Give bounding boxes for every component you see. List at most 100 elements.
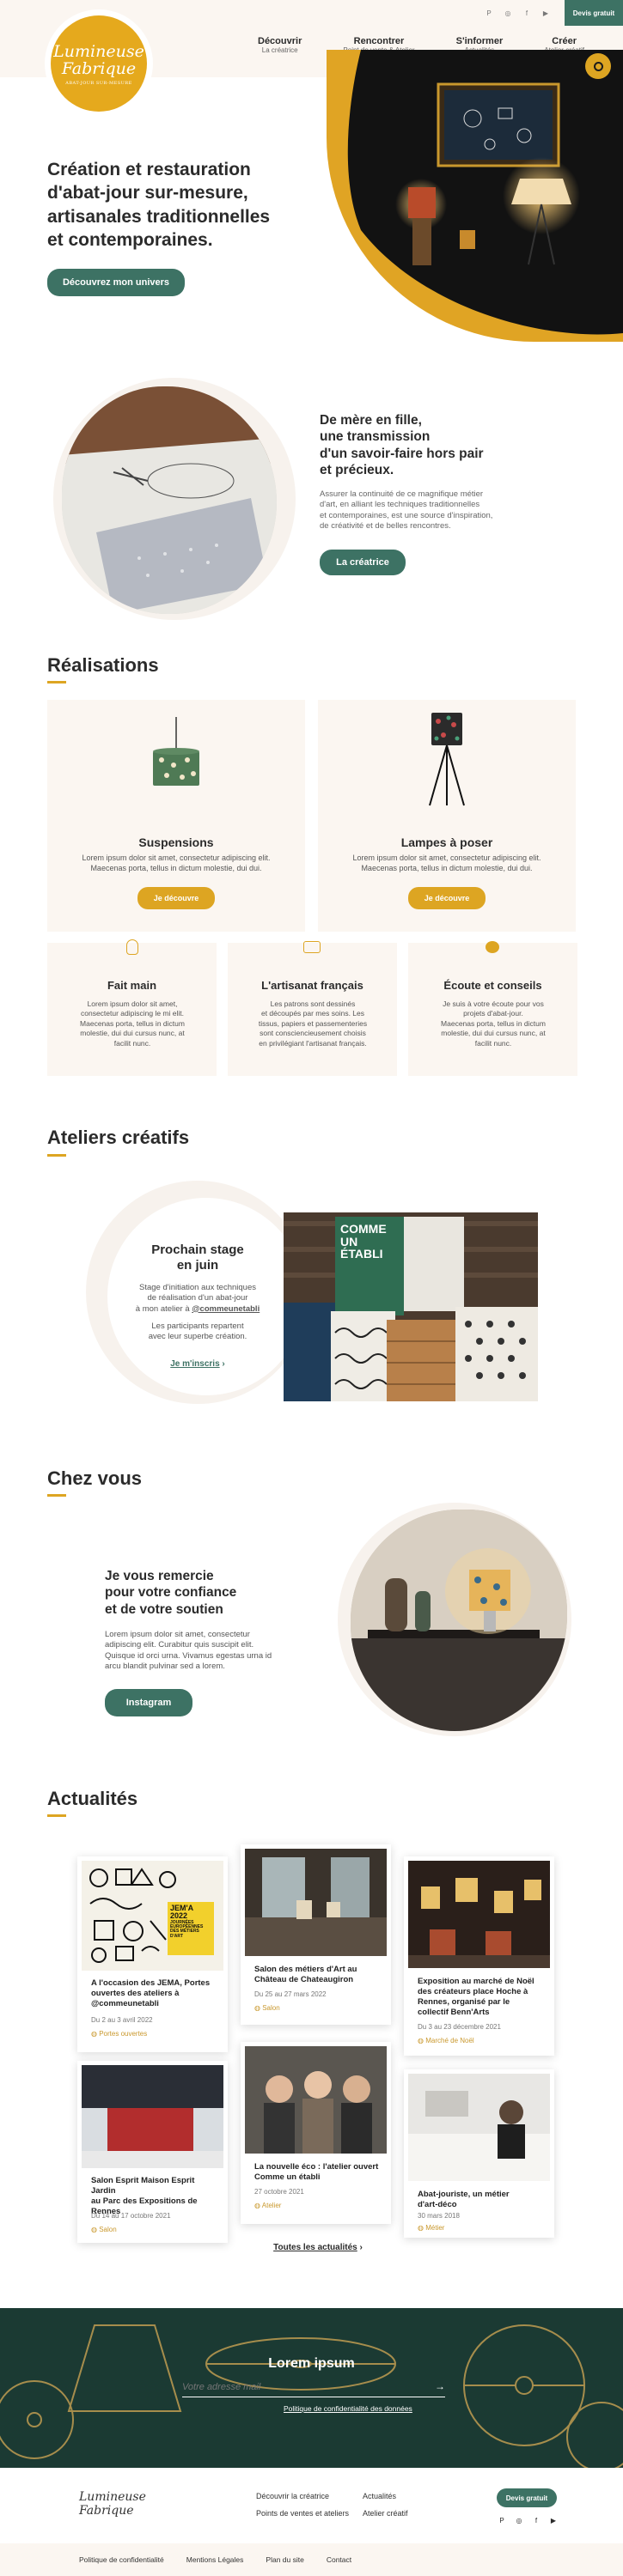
footer-logo-line: Fabrique xyxy=(79,2504,134,2518)
news-card[interactable]: Salon Esprit Maison Esprit Jardin au Par… xyxy=(77,2061,228,2243)
atelier-handle-link[interactable]: @commeunetabli xyxy=(192,1304,260,1314)
france-icon xyxy=(303,941,321,953)
inscris-link-label: Je m'inscris xyxy=(170,1359,220,1369)
chezvous-text-line: arcu blandit pulvinar sed a lorem. xyxy=(105,1662,225,1672)
title-underline xyxy=(47,1494,66,1497)
chezvous-text-line: adipiscing elit. Curabitur quis suscipit… xyxy=(105,1640,254,1650)
youtube-icon[interactable]: ▶ xyxy=(547,2514,559,2526)
logo[interactable]: Lumineuse Fabrique ABAT-JOUR SUR-MESURE xyxy=(45,9,153,118)
feature-title: L'artisanat français xyxy=(261,979,363,992)
card-text-line: Maecenas porta, tellus in dictum molesti… xyxy=(90,864,262,873)
feature-text-line: consectetur adipiscing le mi elit. xyxy=(80,1009,184,1018)
news-category-label: Atelier xyxy=(261,2202,282,2209)
news-category[interactable]: ◍ Salon xyxy=(254,2004,280,2012)
stage-title-line: en juin xyxy=(176,1258,219,1273)
footer-bottom-link[interactable]: Plan du site xyxy=(266,2555,303,2564)
hand-icon xyxy=(126,939,138,955)
stage-text-part: à mon atelier à xyxy=(135,1303,190,1314)
news-category[interactable]: ◍ Salon xyxy=(91,2226,117,2233)
mere-text-line: et contemporaines, est une source d'insp… xyxy=(320,510,493,520)
feature-text-line: et découpés par mes soins. Les xyxy=(260,1009,364,1018)
footer-link[interactable]: Atelier créatif xyxy=(363,2509,408,2518)
discover-button[interactable]: Découvrez mon univers xyxy=(47,269,185,296)
atelier-image: COMME UN ÉTABLI xyxy=(284,1212,538,1401)
footer-link[interactable]: Actualités xyxy=(363,2492,396,2500)
arrow-right-icon[interactable]: → xyxy=(435,2380,445,2392)
mere-title-line: d'un savoir-faire hors pair xyxy=(320,446,484,461)
news-card[interactable]: Salon des métiers d'Art au Château de Ch… xyxy=(241,1844,391,2025)
facebook-icon[interactable]: f xyxy=(530,2514,542,2526)
footer-bottom-link[interactable]: Mentions Légales xyxy=(186,2555,244,2564)
pinterest-icon[interactable]: P xyxy=(483,7,495,19)
card-text-line: Lorem ipsum dolor sit amet, consectetur … xyxy=(82,854,271,862)
email-input[interactable] xyxy=(182,2379,423,2396)
tag-icon: ◍ xyxy=(418,2224,424,2232)
stage-text-line: avec leur superbe création. xyxy=(148,1332,247,1342)
product-card-lampes[interactable]: Lampes à poser Lorem ipsum dolor sit ame… xyxy=(318,700,576,932)
title-underline xyxy=(47,681,66,683)
mere-title-line: une transmission xyxy=(320,429,431,445)
news-date: 27 octobre 2021 xyxy=(254,2188,304,2196)
instagram-icon[interactable]: ◎ xyxy=(502,7,514,19)
pinterest-icon[interactable]: P xyxy=(496,2514,508,2526)
je-decouvre-button[interactable]: Je découvre xyxy=(408,887,486,909)
all-news-link-label: Toutes les actualités xyxy=(273,2243,357,2252)
footer-link[interactable]: Découvrir la créatrice xyxy=(256,2492,329,2500)
footer-bottom-link[interactable]: Politique de confidentialité xyxy=(79,2555,164,2564)
news-title-line: Salon Esprit Maison Esprit Jardin xyxy=(91,2176,195,2196)
je-decouvre-button[interactable]: Je découvre xyxy=(137,887,215,909)
news-category[interactable]: ◍ Métier xyxy=(418,2224,444,2232)
footer-link[interactable]: Points de ventes et ateliers xyxy=(256,2509,349,2518)
mere-text-line: Assurer la continuité de ce magnifique m… xyxy=(320,489,484,499)
feature-text: Je suis à votre écoute pour vos projets … xyxy=(420,999,566,1048)
nav-sub: La créatrice xyxy=(261,46,298,54)
nav-label: Créer xyxy=(552,36,577,46)
news-category[interactable]: ◍ Marché de Noël xyxy=(418,2037,474,2044)
news-image xyxy=(245,2046,387,2154)
mere-text: Assurer la continuité de ce magnifique m… xyxy=(320,489,577,532)
suspension-lamp-image xyxy=(153,717,199,786)
footer-bottom-link[interactable]: Contact xyxy=(327,2555,351,2564)
news-category-label: Métier xyxy=(425,2224,445,2232)
sign-line: COMME xyxy=(340,1222,387,1236)
feature-text: Lorem ipsum dolor sit amet, consectetur … xyxy=(59,999,205,1048)
creatrice-button[interactable]: La créatrice xyxy=(320,550,406,575)
news-title-line: Rennes, organisé par le xyxy=(418,1996,510,2007)
card-text-line: Maecenas porta, tellus in dictum molesti… xyxy=(361,864,533,873)
news-card[interactable]: La nouvelle éco : l'atelier ouvert Comme… xyxy=(241,2042,391,2224)
chezvous-title: Chez vous xyxy=(47,1467,143,1489)
news-card[interactable]: JEM'A 2022 JOURNÉES EUROPÉENNES DES MÉTI… xyxy=(77,1856,228,2052)
card-title: Suspensions xyxy=(138,835,214,849)
card-title: Lampes à poser xyxy=(400,835,493,849)
privacy-link[interactable]: Politique de confidentialité des données xyxy=(284,2404,455,2413)
all-news-link[interactable]: Toutes les actualités › xyxy=(258,2243,378,2252)
news-title-line: La nouvelle éco : l'atelier ouvert xyxy=(254,2162,379,2172)
actualites-title: Actualités xyxy=(47,1788,138,1809)
facebook-icon[interactable]: f xyxy=(521,7,533,19)
floating-search-button[interactable] xyxy=(585,53,611,79)
footer-logo-line: Lumineuse xyxy=(79,2490,146,2504)
stage-title: Prochain stage en juin xyxy=(112,1242,284,1273)
inscris-link[interactable]: Je m'inscris › xyxy=(112,1359,284,1369)
product-card-suspensions[interactable]: Suspensions Lorem ipsum dolor sit amet, … xyxy=(47,700,305,932)
instagram-icon[interactable]: ◎ xyxy=(513,2514,525,2526)
card-text: Lorem ipsum dolor sit amet, consectetur … xyxy=(335,853,559,873)
news-category[interactable]: ◍ Portes ouvertes xyxy=(91,2030,147,2038)
news-card[interactable]: Exposition au marché de Noël des créateu… xyxy=(404,1856,554,2056)
sign-line: UN xyxy=(340,1234,358,1249)
youtube-icon[interactable]: ▶ xyxy=(540,7,552,19)
hero-title-line: d'abat-jour sur-mesure, xyxy=(47,183,248,204)
news-image xyxy=(82,2065,223,2168)
footer-devis-button[interactable]: Devis gratuit xyxy=(497,2488,557,2507)
instagram-button[interactable]: Instagram xyxy=(105,1689,192,1716)
footer-logo[interactable]: Lumineuse Fabrique xyxy=(79,2490,199,2518)
news-title-line: Château de Chateaugiron xyxy=(254,1974,354,1984)
devis-button[interactable]: Devis gratuit xyxy=(565,0,623,26)
feature-text-line: en privilégiant l'artisanat français. xyxy=(259,1038,367,1048)
news-card[interactable]: Abat-jouriste, un métier d'art-déco 30 m… xyxy=(404,2069,554,2238)
nav-item-decouvrir[interactable]: Découvrir La créatrice xyxy=(258,36,302,62)
news-category[interactable]: ◍ Atelier xyxy=(254,2202,281,2209)
card-text-line: Lorem ipsum dolor sit amet, consectetur … xyxy=(352,854,541,862)
news-title-line: ouvertes des ateliers à xyxy=(91,1988,180,1998)
mere-title-line: et précieux. xyxy=(320,463,394,478)
